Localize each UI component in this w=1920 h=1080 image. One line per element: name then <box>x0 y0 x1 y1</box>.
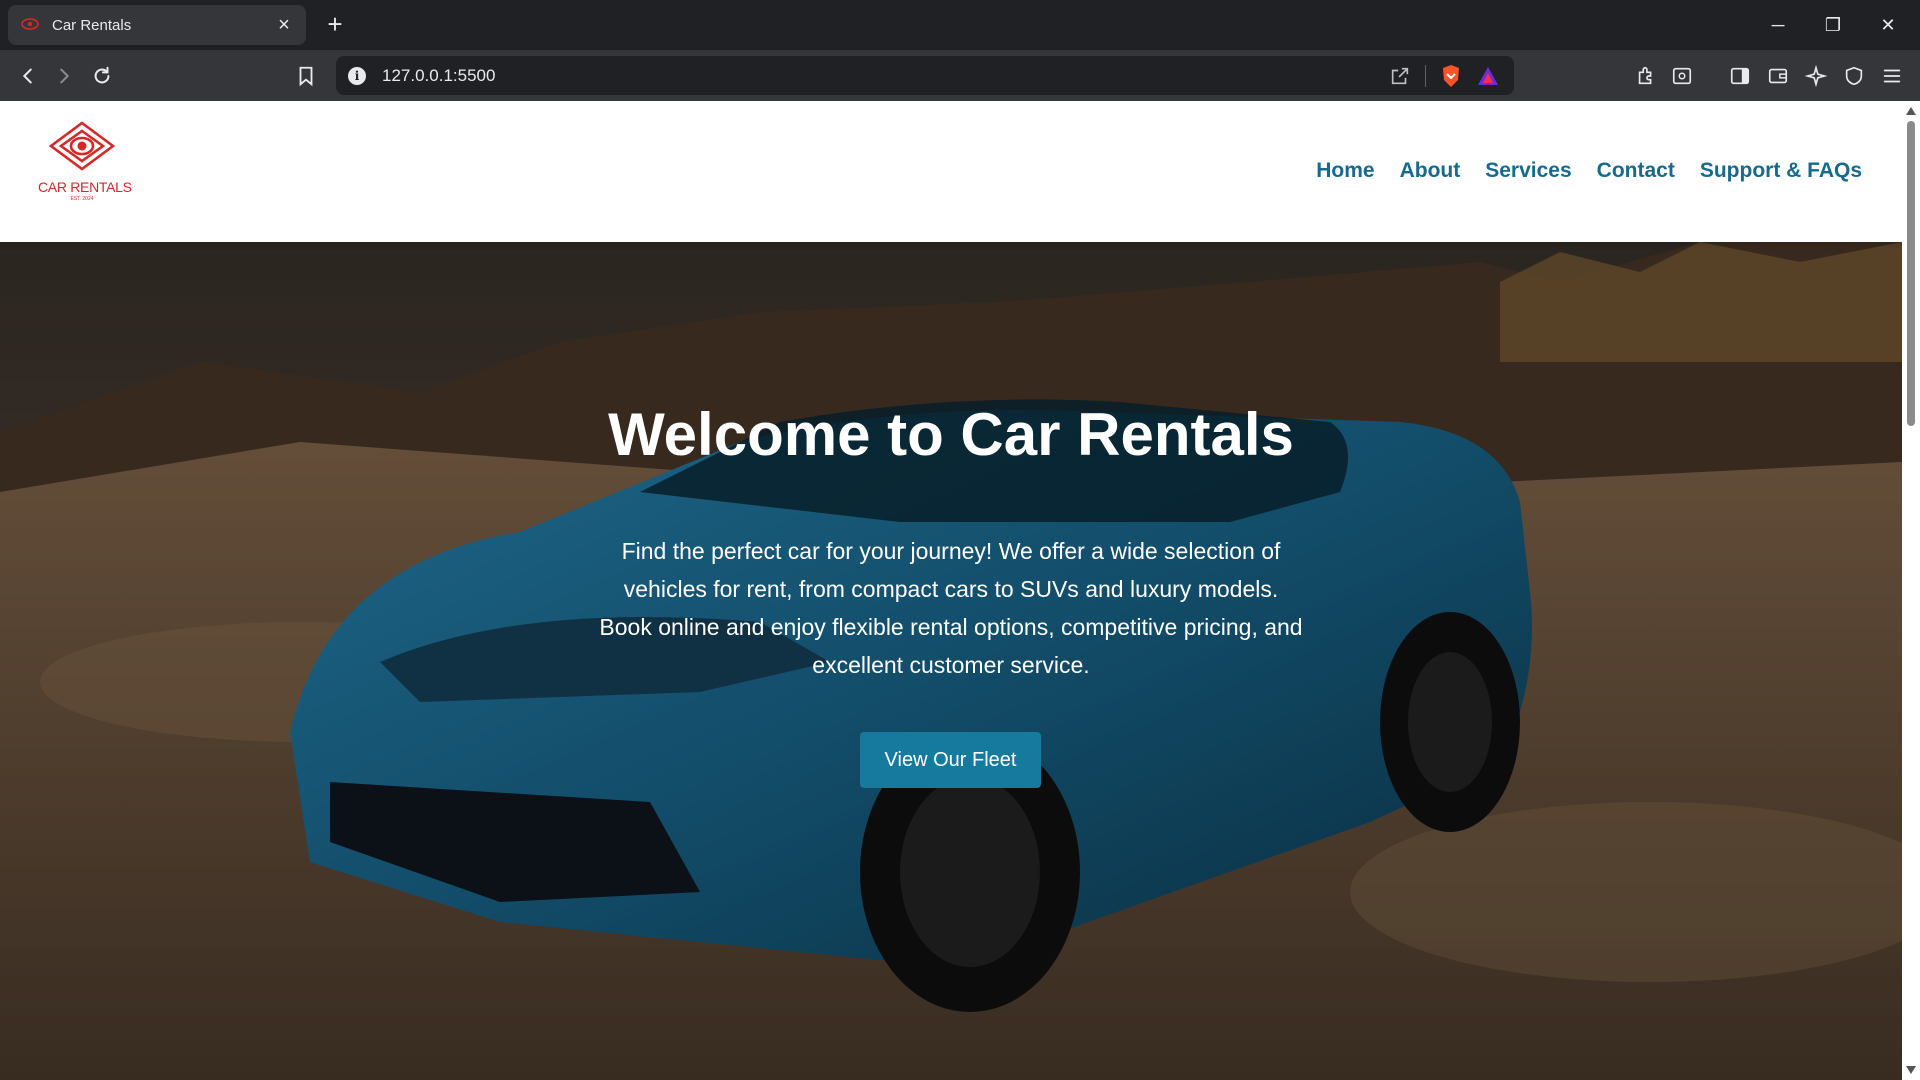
back-button[interactable] <box>12 60 44 92</box>
nav-services[interactable]: Services <box>1485 159 1571 183</box>
omnibox-divider <box>1425 64 1426 87</box>
page-scrollbar[interactable] <box>1902 101 1920 1080</box>
logo-name: CAR RENTALS <box>38 179 132 195</box>
nav-contact[interactable]: Contact <box>1597 159 1675 183</box>
menu-button[interactable] <box>1876 60 1908 92</box>
reader-mode-button[interactable] <box>1666 60 1698 92</box>
logo-established: EST. 2024 <box>70 196 94 202</box>
nav-about[interactable]: About <box>1400 159 1461 183</box>
back-arrow-icon <box>22 68 32 84</box>
sidebar-icon <box>1730 67 1750 85</box>
bookmark-icon <box>299 66 313 87</box>
eye-logo-icon <box>48 121 116 171</box>
close-window-button[interactable]: ✕ <box>1866 10 1910 40</box>
browser-toolbar: i 127.0.0.1:5500 <box>0 50 1920 101</box>
wallet-icon <box>1768 68 1788 84</box>
sidebar-button[interactable] <box>1724 60 1756 92</box>
main-nav: Home About Services Contact Support & FA… <box>1316 159 1862 183</box>
reload-button[interactable] <box>86 60 118 92</box>
scrollbar-thumb[interactable] <box>1907 121 1915 426</box>
share-icon[interactable] <box>1389 65 1411 87</box>
url-text[interactable]: 127.0.0.1:5500 <box>382 66 1389 86</box>
browser-tab[interactable]: Car Rentals × <box>8 5 306 45</box>
site-info-icon[interactable]: i <box>348 66 366 85</box>
restore-button[interactable]: ❐ <box>1811 10 1855 40</box>
forward-arrow-icon <box>60 68 70 84</box>
page-viewport: CAR RENTALS EST. 2024 Home About Service… <box>0 101 1902 1080</box>
nav-home[interactable]: Home <box>1316 159 1374 183</box>
forward-button[interactable] <box>48 60 80 92</box>
wallet-button[interactable] <box>1762 60 1794 92</box>
new-tab-button[interactable]: + <box>320 10 350 40</box>
brave-shields-icon[interactable] <box>1440 64 1462 88</box>
extensions-button[interactable] <box>1630 60 1662 92</box>
view-fleet-button[interactable]: View Our Fleet <box>860 732 1041 788</box>
tab-close-icon[interactable]: × <box>274 15 294 35</box>
reload-icon <box>94 66 110 84</box>
hero-content: Welcome to Car Rentals Find the perfect … <box>0 242 1902 1080</box>
hamburger-menu-icon <box>1883 69 1901 83</box>
vpn-button[interactable] <box>1838 60 1870 92</box>
scroll-up-arrow-icon[interactable] <box>1906 107 1916 115</box>
nav-support-faqs[interactable]: Support & FAQs <box>1700 159 1862 183</box>
browser-tab-strip: Car Rentals × + ─ ❐ ✕ <box>0 0 1920 50</box>
site-logo[interactable]: CAR RENTALS EST. 2024 <box>38 119 132 219</box>
hero-section: Welcome to Car Rentals Find the perfect … <box>0 242 1902 1080</box>
car-rentals-favicon-icon <box>21 18 39 30</box>
brave-rewards-icon[interactable] <box>1476 65 1500 87</box>
minimize-button[interactable]: ─ <box>1756 10 1800 40</box>
bookmark-button[interactable] <box>290 60 322 92</box>
site-header: CAR RENTALS EST. 2024 Home About Service… <box>0 101 1902 242</box>
shield-icon <box>1845 66 1863 86</box>
address-bar[interactable]: i 127.0.0.1:5500 <box>336 56 1514 95</box>
hero-description: Find the perfect car for your journey! W… <box>599 538 1303 678</box>
hero-title: Welcome to Car Rentals <box>608 401 1294 468</box>
puzzle-icon <box>1638 66 1652 85</box>
scroll-down-arrow-icon[interactable] <box>1906 1066 1916 1074</box>
tab-title: Car Rentals <box>52 16 132 34</box>
search-page-icon <box>1672 67 1692 85</box>
sparkle-icon <box>1805 65 1827 87</box>
leo-ai-button[interactable] <box>1800 60 1832 92</box>
